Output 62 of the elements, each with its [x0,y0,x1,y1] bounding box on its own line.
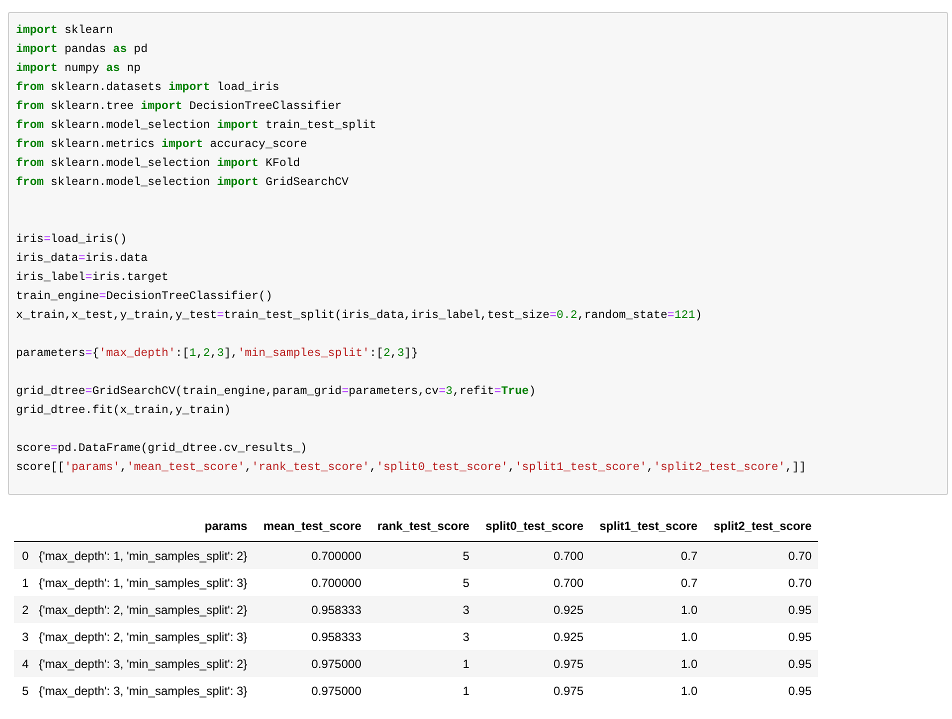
code-line: x_train,x_test,y_train,y_test=train_test_split(iris_data,iris_label,test_size=0.2,random_state=121) [16,308,704,324]
table-cell: 1.0 [590,623,704,650]
table-cell: 0.925 [475,623,590,650]
code-line: import pandas as pd [16,42,149,58]
code-line: import numpy as np [16,61,142,77]
code-line: from sklearn.model_selection import train_test_split [16,118,378,134]
table-cell: 0.975000 [253,677,368,704]
code-line: from sklearn.metrics import accuracy_score [16,137,308,153]
row-index: 4 [14,650,35,677]
table-cell: 0.700 [475,542,590,569]
table-cell: 5 [367,542,476,569]
code-line: parameters={'max_depth':[1,2,3],'min_samples_split':[2,3]} [16,346,419,362]
code-line: grid_dtree=GridSearchCV(train_engine,param_grid=parameters,cv=3,refit=True) [16,384,537,400]
code-line: grid_dtree.fit(x_train,y_train) [16,403,232,419]
table-cell: {'max_depth': 3, 'min_samples_split': 3} [34,677,254,704]
table-cell: 3 [367,596,476,623]
table-cell: 0.70 [704,542,818,569]
table-cell: 0.975 [475,677,590,704]
code-line: iris=load_iris() [16,232,128,248]
table-cell: 5 [367,569,476,596]
code-line: from sklearn.datasets import load_iris [16,80,280,96]
table-cell: 1.0 [590,596,704,623]
code-line: from sklearn.model_selection import KFold [16,156,302,172]
code-line: score=pd.DataFrame(grid_dtree.cv_results_) [16,441,308,457]
table-cell: 0.975000 [253,650,368,677]
table-cell: 1.0 [590,677,704,704]
table-cell: {'max_depth': 1, 'min_samples_split': 3} [34,569,254,596]
table-cell: 0.95 [704,596,818,623]
table-cell: 0.7 [590,569,704,596]
code-line: iris_label=iris.target [16,270,170,286]
table-cell: 0.975 [475,650,590,677]
code-line: train_engine=DecisionTreeClassifier() [16,289,274,305]
code-line: iris_data=iris.data [16,251,149,267]
row-index: 2 [14,596,35,623]
code-line: from sklearn.model_selection import GridSearchCV [16,175,350,191]
table-cell: 0.958333 [253,623,368,650]
table-cell: 0.7 [590,542,704,569]
table-cell: 0.95 [704,677,818,704]
table-cell: 0.958333 [253,596,368,623]
code-line: import sklearn [16,23,114,39]
table-cell: 0.70 [704,569,818,596]
table-cell: {'max_depth': 1, 'min_samples_split': 2} [34,542,254,569]
row-index: 3 [14,623,35,650]
row-index: 5 [14,677,35,704]
table-cell: 0.925 [475,596,590,623]
code-cell[interactable] [8,12,948,495]
table-cell: {'max_depth': 2, 'min_samples_split': 3} [34,623,254,650]
table-cell: 0.700000 [253,569,368,596]
table-cell: 1 [367,677,476,704]
table-cell: 0.95 [704,650,818,677]
table-cell: 0.95 [704,623,818,650]
table-cell: {'max_depth': 2, 'min_samples_split': 2} [34,596,254,623]
table-cell: 1.0 [590,650,704,677]
row-index: 1 [14,569,35,596]
row-index: 0 [14,542,35,569]
table-cell: 0.700000 [253,542,368,569]
code-line: score[['params','mean_test_score','rank_test_score','split0_test_score','split1_test_score','split2_test_score',]] [16,460,808,476]
code-line: from sklearn.tree import DecisionTreeClassifier [16,99,343,115]
table-cell: {'max_depth': 3, 'min_samples_split': 2} [34,650,254,677]
table-cell: 1 [367,650,476,677]
table-cell: 0.700 [475,569,590,596]
table-cell: 3 [367,623,476,650]
